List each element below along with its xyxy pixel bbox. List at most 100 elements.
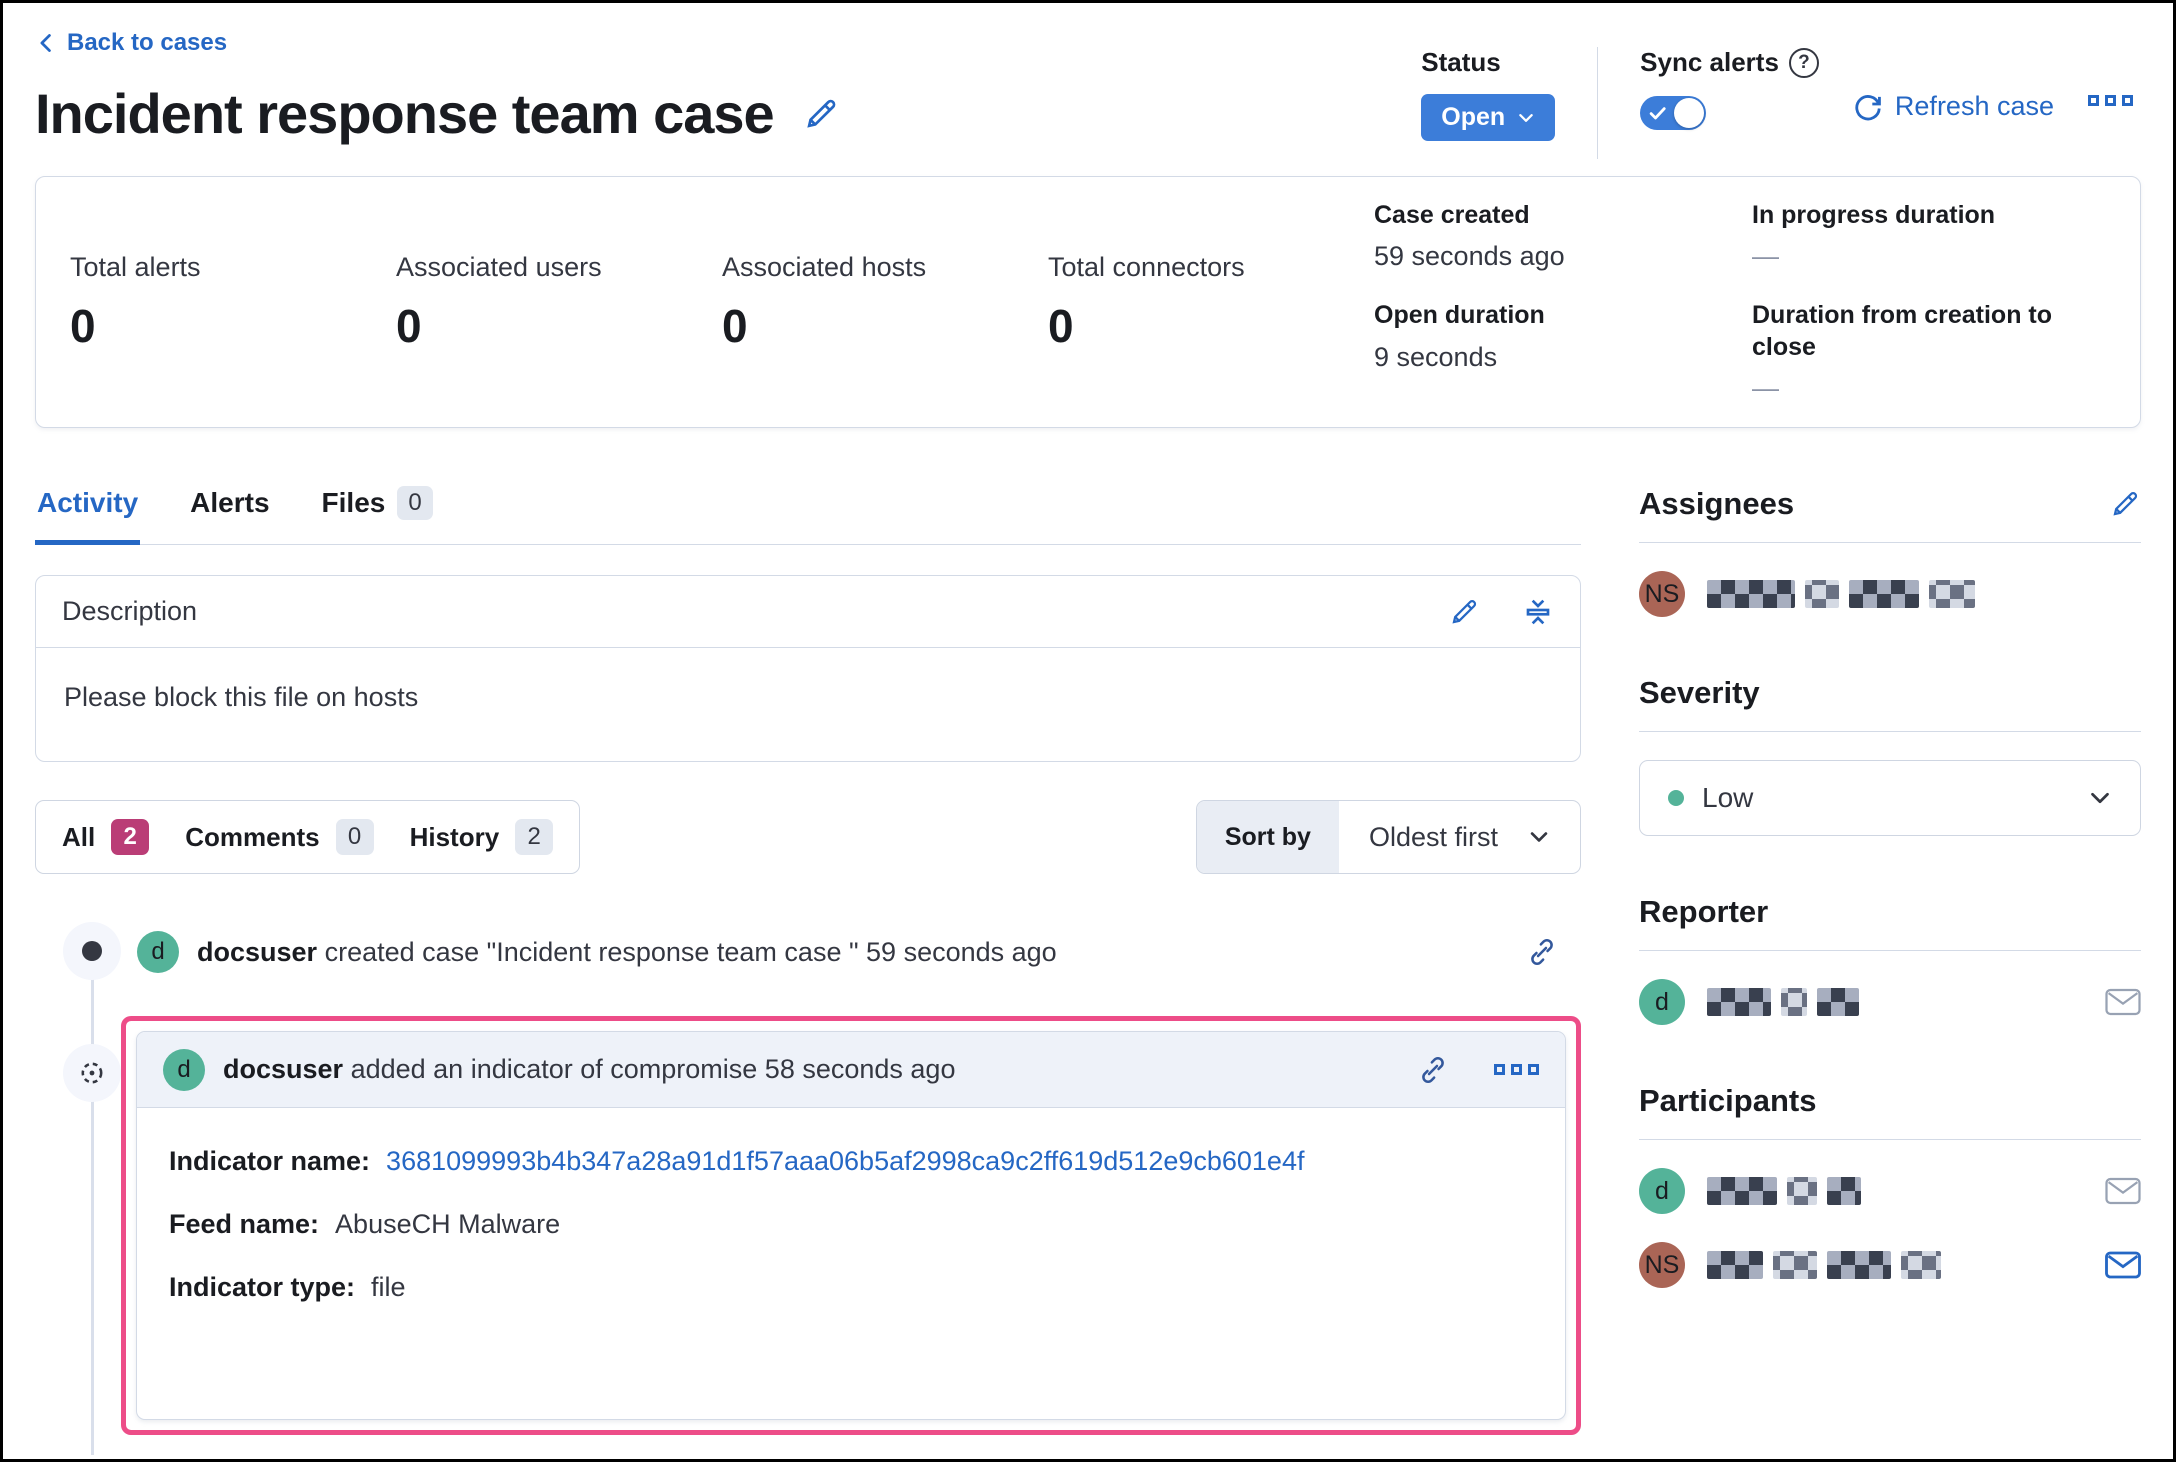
created-case-event: d docsuser created case "Incident respon… [137,916,1581,988]
participants-title: Participants [1639,1083,1817,1118]
tab-activity[interactable]: Activity [35,482,141,545]
refresh-icon [1853,92,1883,122]
mail-icon[interactable] [2105,987,2141,1017]
refresh-case-label: Refresh case [1894,91,2054,121]
filter-comments[interactable]: Comments 0 [185,819,374,855]
edit-description-button[interactable] [1448,596,1480,628]
severity-low-dot [1668,790,1684,806]
sort-by-control: Sort by Oldest first [1195,800,1581,874]
case-tabs: Activity Alerts Files 0 [35,482,1581,545]
page-title: Incident response team case [35,82,775,145]
date-case-created: Case created 59 seconds ago [1374,201,1565,272]
event-action: created case "Incident response team cas… [324,936,1057,967]
date-open-duration: Open duration 9 seconds [1374,301,1545,372]
all-count-badge: 2 [111,819,150,855]
description-title: Description [62,596,198,626]
event-user: docsuser [223,1054,344,1084]
timeline-marker-dot [63,922,121,980]
check-icon [1648,103,1668,123]
event-user: docsuser [197,936,318,967]
sync-alerts-label: Sync alerts [1640,47,1779,77]
status-dropdown[interactable]: Open [1421,94,1556,141]
reporter-title: Reporter [1639,894,1769,929]
participants-section: Participants d NS [1639,1083,2141,1288]
participant-row: NS [1639,1242,2141,1288]
back-to-cases-label: Back to cases [67,29,228,56]
tab-alerts[interactable]: Alerts [188,482,271,544]
avatar: d [1639,979,1685,1025]
date-in-progress-duration: In progress duration — [1752,201,1996,272]
assignees-title: Assignees [1639,486,1795,521]
severity-section: Severity Low [1639,675,2141,836]
back-to-cases-link[interactable]: Back to cases [35,29,227,57]
chevron-down-icon [2088,786,2112,810]
event-more-actions-button[interactable] [1494,1064,1539,1075]
participant-row: d [1639,1168,2141,1214]
avatar: NS [1639,1242,1685,1288]
description-body: Please block this file on hosts [64,682,419,712]
more-actions-button[interactable] [2088,95,2133,106]
ioc-feed-name-row: Feed name: AbuseCH Malware [169,1209,561,1239]
link-icon[interactable] [1416,1053,1450,1087]
boxes-icon [2088,95,2099,106]
mail-icon[interactable] [2105,1176,2141,1206]
edit-title-button[interactable] [802,95,840,133]
assignee-row: NS [1639,571,2141,617]
indicator-name-link[interactable]: 3681099993b4b347a28a91d1f57aaa06b5af2998… [386,1146,1304,1177]
avatar: d [1639,1168,1685,1214]
toggle-knob [1674,98,1705,128]
filter-history[interactable]: History 2 [410,819,554,855]
header-actions: Status Open Sync alerts ? Refresh case [1421,47,2133,159]
comments-count-badge: 0 [335,819,374,855]
severity-title: Severity [1639,675,1760,710]
ioc-event-card: d docsuser added an indicator of comprom… [136,1031,1566,1420]
case-detail-page: Back to cases Incident response team cas… [0,0,2176,1462]
mail-icon[interactable] [2105,1250,2141,1280]
case-dates: Case created 59 seconds ago Open duratio… [1374,200,2106,404]
stat-total-connectors: Total connectors 0 [1048,251,1245,352]
avatar: d [163,1048,205,1091]
stat-associated-hosts: Associated hosts 0 [722,251,927,352]
sync-alerts-toggle[interactable] [1640,96,1707,130]
collapse-description-icon[interactable] [1522,596,1554,628]
stat-total-alerts: Total alerts 0 [70,251,201,352]
link-icon[interactable] [1525,935,1559,969]
refresh-case-button[interactable]: Refresh case [1853,91,2054,122]
case-summary-panel: Total alerts 0 Associated users 0 Associ… [35,176,2141,428]
redacted-name [1707,988,1859,1016]
redacted-name [1707,1251,1941,1279]
case-sidebar: Assignees NS Severity Low Reporter d Par… [1639,482,2141,1435]
ioc-indicator-name-row: Indicator name: 3681099993b4b347a28a91d1… [169,1146,1305,1177]
help-icon[interactable]: ? [1788,47,1819,78]
assignees-section: Assignees NS [1639,486,2141,617]
reporter-section: Reporter d [1639,894,2141,1025]
redacted-name [1707,1177,1861,1205]
filter-all[interactable]: All 2 [62,819,150,855]
activity-timeline: d docsuser created case "Incident respon… [35,916,1581,1455]
edit-assignees-button[interactable] [2109,488,2141,520]
crosshair-icon [75,1056,109,1090]
severity-value: Low [1702,782,1754,813]
date-duration-creation-to-close: Duration from creation to close — [1752,301,2053,403]
severity-select[interactable]: Low [1639,760,2141,836]
files-count-badge: 0 [397,486,433,520]
stat-associated-users: Associated users 0 [396,251,602,352]
avatar: d [137,931,179,973]
sort-by-label: Sort by [1196,801,1339,873]
chevron-left-icon [35,30,57,56]
activity-filter-group: All 2 Comments 0 History 2 [35,800,581,874]
status-block: Status Open [1421,47,1556,141]
highlighted-annotation-box: d docsuser added an indicator of comprom… [121,1016,1581,1435]
sync-alerts-block: Sync alerts ? [1640,47,1819,130]
description-card: Description Please block this file on ho… [35,575,1581,762]
tab-files[interactable]: Files 0 [320,482,435,544]
status-label: Status [1421,47,1501,77]
event-action: added an indicator of compromise 58 seco… [350,1054,956,1084]
avatar: NS [1639,571,1685,617]
ioc-indicator-type-row: Indicator type: file [169,1272,406,1302]
header-divider [1597,47,1599,159]
reporter-row: d [1639,979,2141,1025]
sort-by-select[interactable]: Oldest first [1339,801,1580,873]
redacted-name [1707,580,1975,608]
boxes-icon [1494,1064,1505,1075]
